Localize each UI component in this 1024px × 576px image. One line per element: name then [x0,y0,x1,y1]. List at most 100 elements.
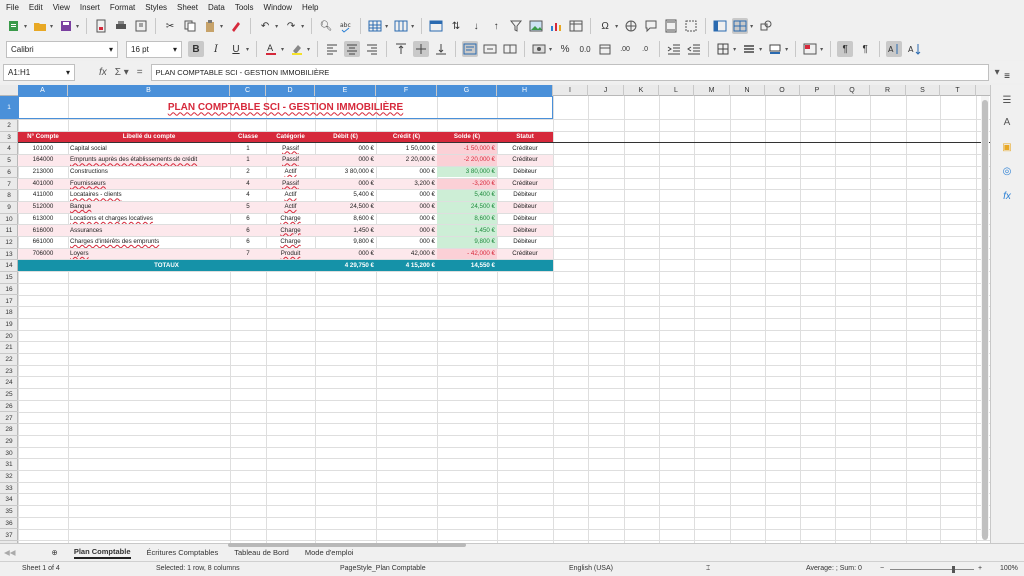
column-header[interactable]: S [906,85,940,96]
row-header[interactable]: 32 [0,471,18,483]
row-header[interactable]: 6 [0,167,18,179]
account-class-cell[interactable]: 4 [230,178,266,190]
account-number-cell[interactable]: 411000 [18,190,68,201]
row-header[interactable]: 9 [0,202,18,214]
tab-plan-comptable[interactable]: Plan Comptable [73,547,131,559]
totals-empty-cell[interactable] [497,260,553,272]
split-window-icon[interactable] [732,18,749,34]
add-decimal-icon[interactable]: .00 [617,41,633,57]
comment-icon[interactable] [643,18,659,34]
row-header[interactable]: 14 [0,260,18,273]
font-size-select[interactable]: 16 pt ▾ [126,40,182,58]
decrease-indent-icon[interactable] [686,41,702,57]
row-header[interactable]: 11 [0,225,18,237]
status-cell[interactable]: Débiteur [497,201,553,213]
account-label-cell[interactable]: Emprunts auprès des établissements de cr… [68,155,230,166]
row-header[interactable]: 36 [0,518,18,530]
row-icon[interactable] [367,18,383,34]
export-pdf-icon[interactable] [93,18,109,34]
special-character-icon[interactable]: Ω [597,18,613,34]
paste-icon[interactable] [202,18,218,34]
bold-icon[interactable]: B [188,41,204,57]
row-header[interactable]: 18 [0,307,18,319]
column-header[interactable]: M [694,85,730,96]
status-cell[interactable]: Débiteur [497,214,553,225]
sum-icon[interactable]: Σ ▾ [115,67,129,78]
debit-cell[interactable]: 3 80,000 € [315,167,376,178]
show-draw-functions-icon[interactable] [758,18,774,34]
debit-cell[interactable]: 24,500 € [315,201,376,213]
debit-cell[interactable]: 8,600 € [315,214,376,225]
balance-cell[interactable]: -2 20,000 € [437,155,497,166]
balance-cell[interactable]: 5,400 € [437,190,497,201]
account-label-cell[interactable]: Banque [68,201,230,213]
account-class-cell[interactable]: 1 [230,155,266,166]
row-header[interactable]: 33 [0,483,18,495]
zoom-out-icon[interactable]: − [880,565,884,572]
clone-formatting-icon[interactable] [228,18,244,34]
balance-cell[interactable]: -1 50,000 € [437,143,497,155]
row-header[interactable]: 20 [0,331,18,343]
font-name-select[interactable]: Calibri ▾ [6,40,118,58]
freeze-rows-columns-icon[interactable] [712,18,728,34]
selection-mode-icon[interactable]: ⌶ [706,565,710,573]
row-header[interactable]: 28 [0,424,18,436]
column-header[interactable]: D [266,85,315,96]
account-category-cell[interactable]: Charge [266,225,315,236]
save-icon[interactable] [58,18,74,34]
expand-formula-bar-icon[interactable]: ▾ [995,67,1000,78]
account-number-cell[interactable]: 661000 [18,237,68,248]
new-document-icon[interactable] [6,18,22,34]
currency-format-icon[interactable] [531,41,547,57]
zoom-slider[interactable] [890,569,974,570]
account-number-cell[interactable]: 401000 [18,178,68,190]
spelling-icon[interactable]: abc [338,18,354,34]
column-header[interactable]: N [730,85,765,96]
account-number-cell[interactable]: 101000 [18,143,68,154]
status-cell[interactable]: Débiteur [497,225,553,236]
header-cell[interactable]: Libellé du compte [68,131,230,143]
formula-icon[interactable]: = [137,67,143,78]
nav-first-sheet-icon[interactable]: ◀◀ [4,548,16,557]
account-category-cell[interactable]: Passif [266,155,315,166]
borders-icon[interactable] [715,41,731,57]
text-orientation-icon[interactable]: A [886,41,903,57]
row-header[interactable]: 31 [0,459,18,471]
account-label-cell[interactable]: Constructions [68,167,230,178]
menu-window[interactable]: Window [264,3,292,12]
row-header[interactable]: 16 [0,284,18,296]
status-cell[interactable]: Débiteur [497,167,553,178]
balance-cell[interactable]: 1,450 € [437,225,497,236]
hyperlink-icon[interactable] [623,18,639,34]
underline-icon[interactable]: U [228,41,244,57]
header-cell[interactable]: Classe [230,131,266,143]
row-header[interactable]: 22 [0,354,18,366]
row-header[interactable]: 37 [0,530,18,542]
text-direction-ltr-icon[interactable]: ¶ [837,41,854,57]
row-header[interactable]: 29 [0,436,18,448]
account-class-cell[interactable]: 7 [230,248,266,260]
account-number-cell[interactable]: 616000 [18,225,68,236]
row-header[interactable]: 12 [0,237,18,249]
debit-cell[interactable]: 000 € [315,155,376,166]
account-category-cell[interactable]: Produit [266,248,315,260]
language[interactable]: English (USA) [569,565,613,572]
row-header[interactable]: 19 [0,319,18,331]
row-header[interactable]: 8 [0,190,18,202]
total-debit-cell[interactable]: 4 29,750 € [315,260,376,272]
border-style-icon[interactable] [741,41,757,57]
credit-cell[interactable]: 000 € [376,201,437,213]
sidebar-menu-icon[interactable]: ≡ [1000,70,1014,84]
italic-icon[interactable]: I [208,41,224,57]
navigator-icon[interactable]: ◎ [1000,165,1014,179]
row-header[interactable]: 17 [0,296,18,308]
vertical-scrollbar-thumb[interactable] [982,100,988,540]
merge-center-icon[interactable] [482,41,498,57]
credit-cell[interactable]: 2 20,000 € [376,155,437,166]
sum-average[interactable]: Average: ; Sum: 0 [806,565,862,572]
account-category-cell[interactable]: Actif [266,167,315,178]
balance-cell[interactable]: -3,200 € [437,178,497,190]
column-header[interactable]: J [588,85,624,96]
account-category-cell[interactable]: Actif [266,201,315,213]
column-header[interactable]: P [800,85,835,96]
